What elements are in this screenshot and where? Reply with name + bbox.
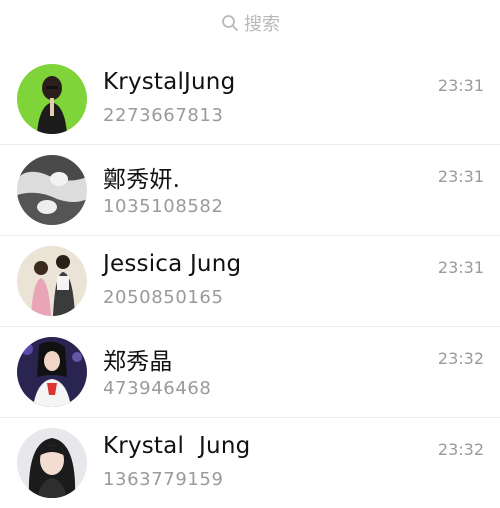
message-time: 23:32	[437, 440, 484, 459]
contact-name: 郑秀晶	[103, 349, 173, 375]
avatar[interactable]	[17, 246, 87, 316]
contact-number: 473946468	[103, 378, 212, 399]
contact-number: 2273667813	[103, 105, 224, 126]
avatar[interactable]	[17, 428, 87, 498]
avatar[interactable]	[17, 337, 87, 407]
contact-row[interactable]: Krystal Jung 1363779159 23:32	[0, 418, 500, 508]
contact-row[interactable]: 鄭秀妍. 1035108582 23:31	[0, 145, 500, 236]
contact-number: 1363779159	[103, 469, 224, 490]
contact-name: Krystal Jung	[103, 433, 251, 459]
contact-name: 鄭秀妍.	[103, 167, 181, 193]
search-label: 搜索	[244, 14, 280, 35]
contact-number: 1035108582	[103, 196, 224, 217]
chat-list-screen: 搜索 KrystalJung 2273667813 23:31 鄭秀妍. 103…	[0, 0, 500, 508]
message-time: 23:32	[437, 349, 484, 368]
message-time: 23:31	[437, 258, 484, 277]
contact-row[interactable]: 郑秀晶 473946468 23:32	[0, 327, 500, 418]
contact-name: Jessica Jung	[103, 251, 242, 277]
contact-list: KrystalJung 2273667813 23:31 鄭秀妍. 103510…	[0, 54, 500, 508]
search-icon	[220, 13, 240, 33]
message-time: 23:31	[437, 76, 484, 95]
contact-name: KrystalJung	[103, 69, 236, 95]
avatar[interactable]	[17, 64, 87, 134]
contact-number: 2050850165	[103, 287, 224, 308]
contact-row[interactable]: Jessica Jung 2050850165 23:31	[0, 236, 500, 327]
contact-row[interactable]: KrystalJung 2273667813 23:31	[0, 54, 500, 145]
message-time: 23:31	[437, 167, 484, 186]
search-bar[interactable]: 搜索	[0, 0, 500, 46]
avatar[interactable]	[17, 155, 87, 225]
